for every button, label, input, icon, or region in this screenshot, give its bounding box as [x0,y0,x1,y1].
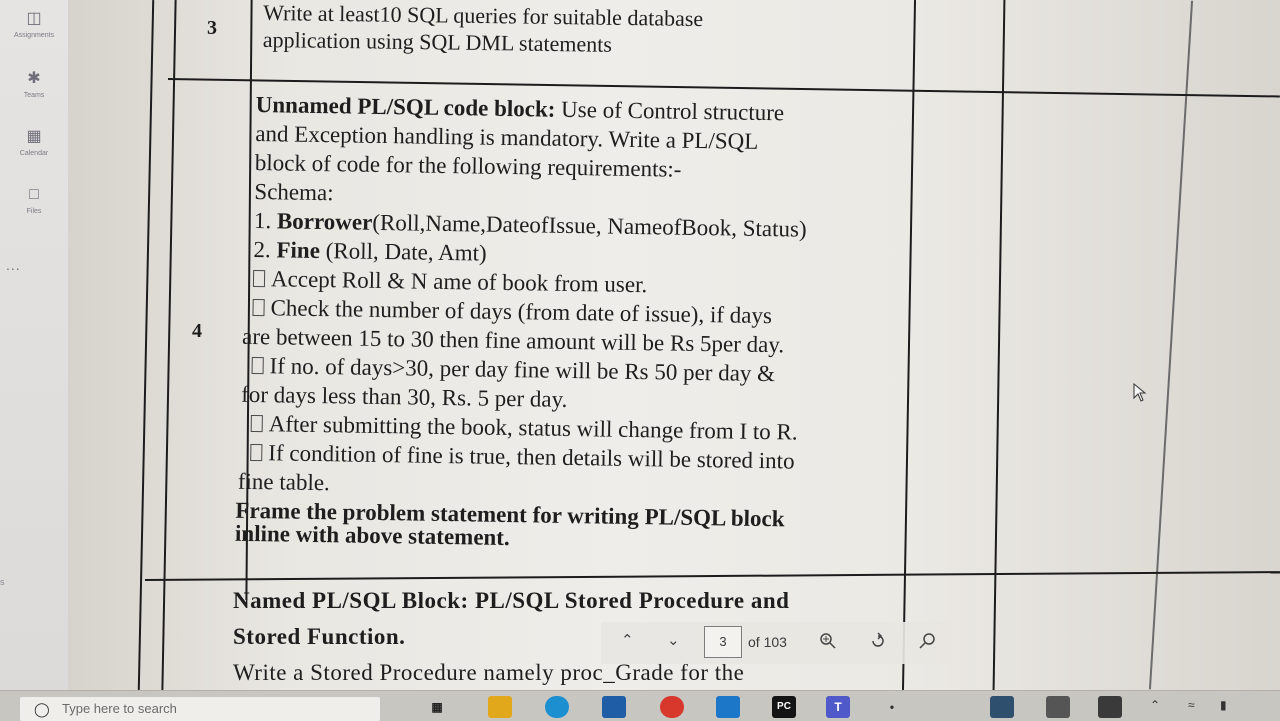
pdf-page: 3 Write at least10 SQL queries for suita… [68,0,1280,690]
table-border [144,571,1280,581]
bullet-box-icon [250,443,263,462]
bold-text: Named PL/SQL Block: PL/SQL Stored Proced… [233,588,790,613]
search-icon[interactable] [919,632,937,650]
page-number-input[interactable]: 3 [704,626,742,658]
mail-icon[interactable] [602,696,626,718]
page-count: of 103 [748,634,787,650]
pdf-page-toolbar: ⌃ ⌄ 3 of 103 [601,622,951,664]
row4-description: Unnamed PL/SQL code block: Use of Contro… [235,90,809,557]
app-icon[interactable] [1046,696,1070,718]
table-border [137,0,155,690]
search-icon: ◯ [34,701,50,717]
task-view-icon[interactable]: ▦ [425,696,449,718]
text-span: 1. [253,207,278,234]
teams-app-icon[interactable]: T [826,696,850,718]
text-span: (Roll, Date, Amt) [319,238,487,266]
edge-icon[interactable] [545,696,569,718]
wifi-icon[interactable]: ≈ [1188,698,1195,712]
rotate-icon[interactable] [869,632,887,650]
vscode-icon[interactable] [716,696,740,718]
app-icon[interactable]: • [880,696,904,718]
sidebar-item-label: Assignments [13,32,55,39]
battery-icon[interactable]: ▮ [1220,698,1227,712]
photos-icon[interactable] [1098,696,1122,718]
table-border [992,0,1006,690]
chevron-up-icon[interactable]: ⌃ [1150,698,1160,712]
sidebar-item-label: Files [26,208,42,215]
rail-fragment: s [0,577,5,587]
cursor-icon [1133,383,1147,402]
bold-text: Borrower [276,208,373,235]
sidebar-item-label: Teams [23,92,45,99]
taskbar-search[interactable]: ◯ Type here to search [20,697,380,721]
app-icon[interactable] [990,696,1014,718]
sidebar-item-calendar[interactable]: ▦ Calendar [0,128,68,158]
bold-text: Stored Function. [233,624,406,649]
text-line: Named PL/SQL Block: PL/SQL Stored Proced… [233,583,789,619]
files-icon: □ [29,186,39,203]
calendar-icon: ▦ [26,128,42,145]
bullet-box-icon [251,356,264,375]
chevron-up-icon[interactable]: ⌃ [621,631,634,649]
sidebar-item-teams[interactable]: ✱ Teams [0,70,68,100]
assignments-icon: ◫ [26,10,42,27]
bold-text: Unnamed PL/SQL code block: [255,91,556,122]
zoom-icon[interactable] [819,632,837,650]
search-placeholder: Type here to search [62,701,177,716]
table-border [1148,0,1194,690]
chevron-down-icon[interactable]: ⌄ [667,631,680,649]
bullet-box-icon [250,414,263,433]
file-explorer-icon[interactable] [488,696,512,718]
bold-text: inline with above statement. [234,520,510,551]
app-rail: ◫ Assignments ✱ Teams ▦ Calendar □ Files… [0,0,69,720]
table-border [161,0,177,690]
bullet-box-icon [252,269,266,288]
text-span: Use of Control structure [555,96,785,126]
taskbar: ◯ Type here to search ▦ PC T • ⌃ ≈ ▮ [0,690,1280,721]
text-span: Accept Roll & N ame of book from user. [270,266,648,298]
table-border [901,0,917,690]
sidebar-item-assignments[interactable]: ◫ Assignments [0,10,68,40]
row3-description: Write at least10 SQL queries for suitabl… [263,0,704,59]
text-span: 2. [253,236,277,263]
teams-icon: ✱ [27,70,41,87]
bullet-box-icon [252,298,265,317]
row-number: 4 [192,320,202,342]
chrome-icon[interactable] [660,696,684,718]
more-apps-icon[interactable]: ... [6,257,21,273]
pycharm-icon[interactable]: PC [772,696,796,718]
bold-text: Fine [276,237,321,264]
sidebar-item-label: Calendar [19,150,49,157]
sidebar-item-files[interactable]: □ Files [0,186,68,216]
row-number: 3 [207,17,217,39]
